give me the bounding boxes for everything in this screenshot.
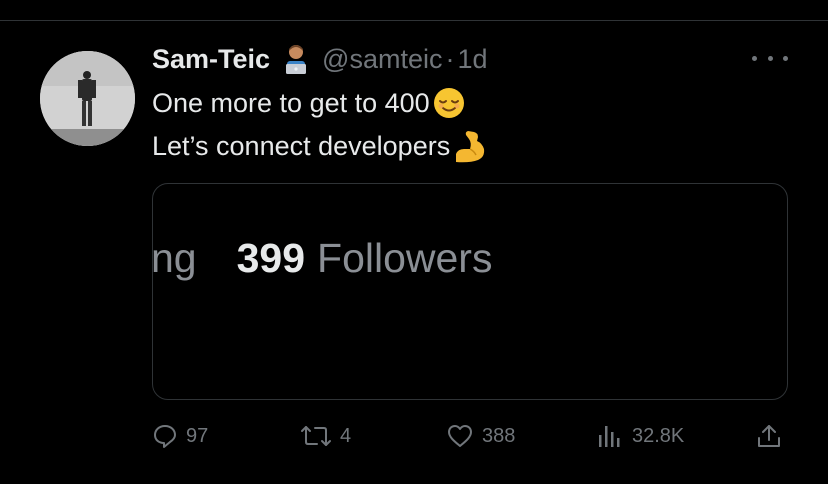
followers-screenshot: ng 399 Followers <box>153 232 492 284</box>
reply-icon <box>152 423 178 449</box>
tweet-header: Sam-Teic @samteic · 1d <box>152 42 488 76</box>
more-options-icon[interactable] <box>752 48 788 68</box>
retweet-icon <box>300 423 332 449</box>
following-fragment: ng <box>152 234 197 281</box>
technologist-emoji-icon <box>280 43 312 75</box>
author-handle[interactable]: @samteic <box>322 44 442 75</box>
more-dot <box>783 55 788 61</box>
analytics-icon <box>596 423 624 449</box>
author-name[interactable]: Sam-Teic <box>152 44 270 75</box>
retweet-count: 4 <box>340 424 352 447</box>
like-button[interactable]: 388 <box>446 420 515 452</box>
top-divider <box>0 20 828 21</box>
followers-count: 399 <box>236 234 306 281</box>
tweet-text-line-2: Let’s connect developers <box>152 128 486 164</box>
flexed-biceps-emoji-icon <box>452 129 486 163</box>
views-button[interactable]: 32.8K <box>596 420 684 452</box>
reply-button[interactable]: 97 <box>152 420 208 452</box>
tweet-text-line-1: One more to get to 400 <box>152 86 466 120</box>
retweet-button[interactable]: 4 <box>300 420 351 452</box>
relieved-face-emoji-icon <box>432 86 466 120</box>
share-button[interactable] <box>756 420 782 452</box>
tweet-text-2: Let’s connect developers <box>152 130 451 161</box>
tweet-text-1: One more to get to 400 <box>152 87 430 118</box>
more-dot <box>752 55 757 61</box>
reply-count: 97 <box>186 424 209 447</box>
avatar[interactable] <box>40 51 135 146</box>
tweet-time[interactable]: 1d <box>457 44 487 75</box>
views-count: 32.8K <box>632 424 685 447</box>
followers-label: Followers <box>317 234 493 281</box>
share-icon <box>756 423 782 449</box>
like-count: 388 <box>482 424 516 447</box>
heart-icon <box>446 423 474 449</box>
separator-dot: · <box>445 43 455 74</box>
more-dot <box>767 55 773 61</box>
media-image[interactable]: ng 399 Followers <box>152 183 788 400</box>
action-bar: 97 4 388 32.8K <box>152 420 788 452</box>
